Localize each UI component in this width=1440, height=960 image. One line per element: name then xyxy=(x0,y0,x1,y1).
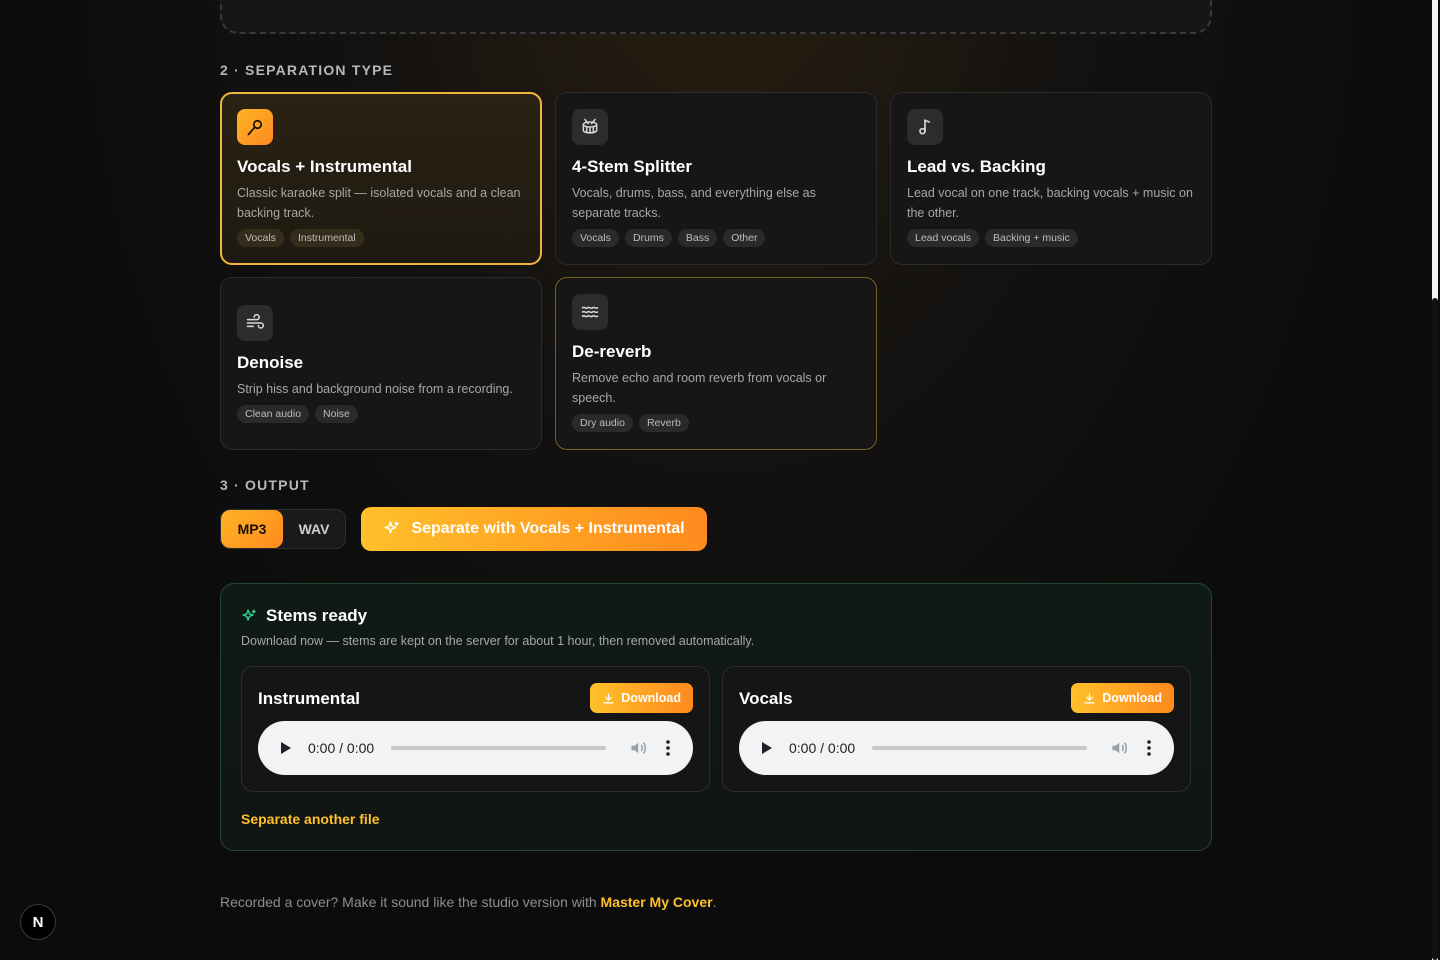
stem-name: Instrumental xyxy=(258,689,361,708)
more-options-icon[interactable] xyxy=(666,740,670,756)
results-subtitle: Download now — stems are kept on the ser… xyxy=(241,634,755,648)
play-icon[interactable] xyxy=(761,741,775,755)
option-card-dereverb[interactable]: De-reverb Remove echo and room reverb fr… xyxy=(555,277,877,450)
dev-badge[interactable]: N xyxy=(20,904,56,940)
option-card-vocals-instrumental[interactable]: Vocals + Instrumental Classic karaoke sp… xyxy=(220,92,542,265)
playback-time: 0:00 / 0:00 xyxy=(789,740,856,756)
volume-icon[interactable] xyxy=(1111,740,1129,756)
option-card-lead-backing[interactable]: Lead vs. Backing Lead vocal on one track… xyxy=(890,92,1212,265)
drum-icon xyxy=(572,109,608,145)
tag: Noise xyxy=(315,405,358,423)
card-title: 4-Stem Splitter xyxy=(572,157,692,176)
wind-icon xyxy=(237,305,273,341)
sparkle-icon xyxy=(241,608,258,625)
results-panel: Stems ready Download now — stems are kep… xyxy=(220,583,1212,851)
separate-another-link[interactable]: Separate another file xyxy=(241,811,380,827)
stem-card-instrumental: Instrumental Download 0:00 / 0:00 xyxy=(241,666,710,792)
waves-icon xyxy=(572,294,608,330)
tag: Bass xyxy=(677,229,718,247)
scrollbar[interactable] xyxy=(1432,0,1438,960)
tag: Dry audio xyxy=(572,414,633,432)
tag: Reverb xyxy=(638,414,689,432)
tag: Vocals xyxy=(572,229,619,247)
format-mp3-button[interactable]: MP3 xyxy=(221,510,283,548)
tag: Drums xyxy=(624,229,672,247)
results-title: Stems ready xyxy=(266,606,368,625)
upload-dropzone[interactable] xyxy=(220,0,1212,34)
playback-time: 0:00 / 0:00 xyxy=(308,740,375,756)
separate-button-label: Separate with Vocals + Instrumental xyxy=(411,520,685,537)
card-title: De-reverb xyxy=(572,342,652,361)
tag: Instrumental xyxy=(289,229,364,247)
volume-icon[interactable] xyxy=(630,740,648,756)
download-label: Download xyxy=(621,691,681,705)
music-note-icon xyxy=(907,109,943,145)
card-title: Vocals + Instrumental xyxy=(237,157,412,176)
footer-text: Recorded a cover? Make it sound like the… xyxy=(220,894,601,910)
stem-name: Vocals xyxy=(739,689,793,708)
card-description: Vocals, drums, bass, and everything else… xyxy=(572,186,816,220)
stem-card-vocals: Vocals Download 0:00 / 0:00 xyxy=(722,666,1191,792)
scrollbar-thumb[interactable] xyxy=(1432,298,1438,960)
more-options-icon[interactable] xyxy=(1147,740,1151,756)
download-button[interactable]: Download xyxy=(1071,683,1174,713)
footer-end: . xyxy=(712,894,717,910)
card-description: Classic karaoke split — isolated vocals … xyxy=(237,186,521,220)
card-title: Denoise xyxy=(237,353,304,372)
card-title: Lead vs. Backing xyxy=(907,157,1046,176)
download-button[interactable]: Download xyxy=(590,683,693,713)
card-description: Strip hiss and background noise from a r… xyxy=(237,382,513,396)
tag: Backing + music xyxy=(985,229,1078,247)
card-description: Remove echo and room reverb from vocals … xyxy=(572,371,827,405)
footer-note: Recorded a cover? Make it sound like the… xyxy=(220,894,716,910)
download-icon xyxy=(602,692,615,705)
sparkle-icon xyxy=(383,520,401,538)
separation-type-heading: 2 · SEPARATION TYPE xyxy=(220,62,394,78)
option-card-denoise[interactable]: Denoise Strip hiss and background noise … xyxy=(220,277,542,450)
tag: Clean audio xyxy=(237,405,310,423)
download-label: Download xyxy=(1102,691,1162,705)
microphone-icon xyxy=(237,109,273,145)
play-icon[interactable] xyxy=(280,741,294,755)
audio-player: 0:00 / 0:00 xyxy=(258,721,693,775)
format-toggle: MP3 WAV xyxy=(220,509,346,549)
download-icon xyxy=(1083,692,1096,705)
format-wav-button[interactable]: WAV xyxy=(283,510,345,548)
progress-slider[interactable] xyxy=(872,746,1088,750)
master-my-cover-link[interactable]: Master My Cover xyxy=(601,894,713,910)
option-card-4-stem[interactable]: 4-Stem Splitter Vocals, drums, bass, and… xyxy=(555,92,877,265)
progress-slider[interactable] xyxy=(391,746,607,750)
tag: Other xyxy=(723,229,766,247)
output-heading: 3 · OUTPUT xyxy=(220,477,310,493)
card-description: Lead vocal on one track, backing vocals … xyxy=(907,186,1193,220)
tag: Lead vocals xyxy=(907,229,980,247)
audio-player: 0:00 / 0:00 xyxy=(739,721,1174,775)
tag: Vocals xyxy=(237,229,284,247)
separate-button[interactable]: Separate with Vocals + Instrumental xyxy=(361,507,707,551)
